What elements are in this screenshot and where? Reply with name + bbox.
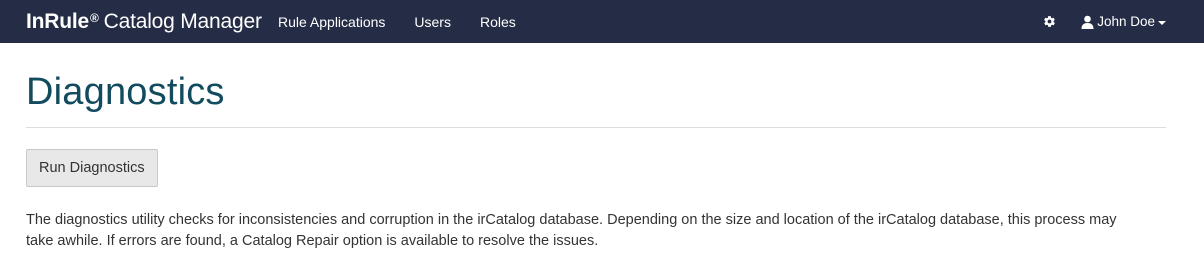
nav-rule-applications[interactable]: Rule Applications: [278, 14, 385, 30]
run-diagnostics-button[interactable]: Run Diagnostics: [26, 149, 158, 187]
navbar-right: John Doe: [1042, 0, 1166, 43]
title-divider: [26, 127, 1166, 128]
page-title: Diagnostics: [26, 71, 225, 113]
brand-logo[interactable]: InRule ® Catalog Manager: [26, 0, 262, 43]
brand-subtitle: Catalog Manager: [103, 9, 262, 33]
user-menu[interactable]: John Doe: [1081, 14, 1166, 29]
chevron-down-icon: [1158, 20, 1166, 25]
brand-name: InRule: [26, 9, 89, 33]
nav-users[interactable]: Users: [414, 14, 451, 30]
main-nav: Rule Applications Users Roles: [278, 0, 545, 43]
user-icon: [1081, 15, 1094, 29]
top-navbar: InRule ® Catalog Manager Rule Applications…: [0, 0, 1204, 43]
nav-roles[interactable]: Roles: [480, 14, 516, 30]
registered-mark: ®: [89, 10, 99, 25]
diagnostics-description: The diagnostics utility checks for incon…: [26, 212, 1117, 249]
user-name: John Doe: [1097, 14, 1155, 29]
main-content: Diagnostics Run Diagnostics The diagnost…: [0, 43, 1204, 252]
gear-icon[interactable]: [1042, 15, 1056, 29]
